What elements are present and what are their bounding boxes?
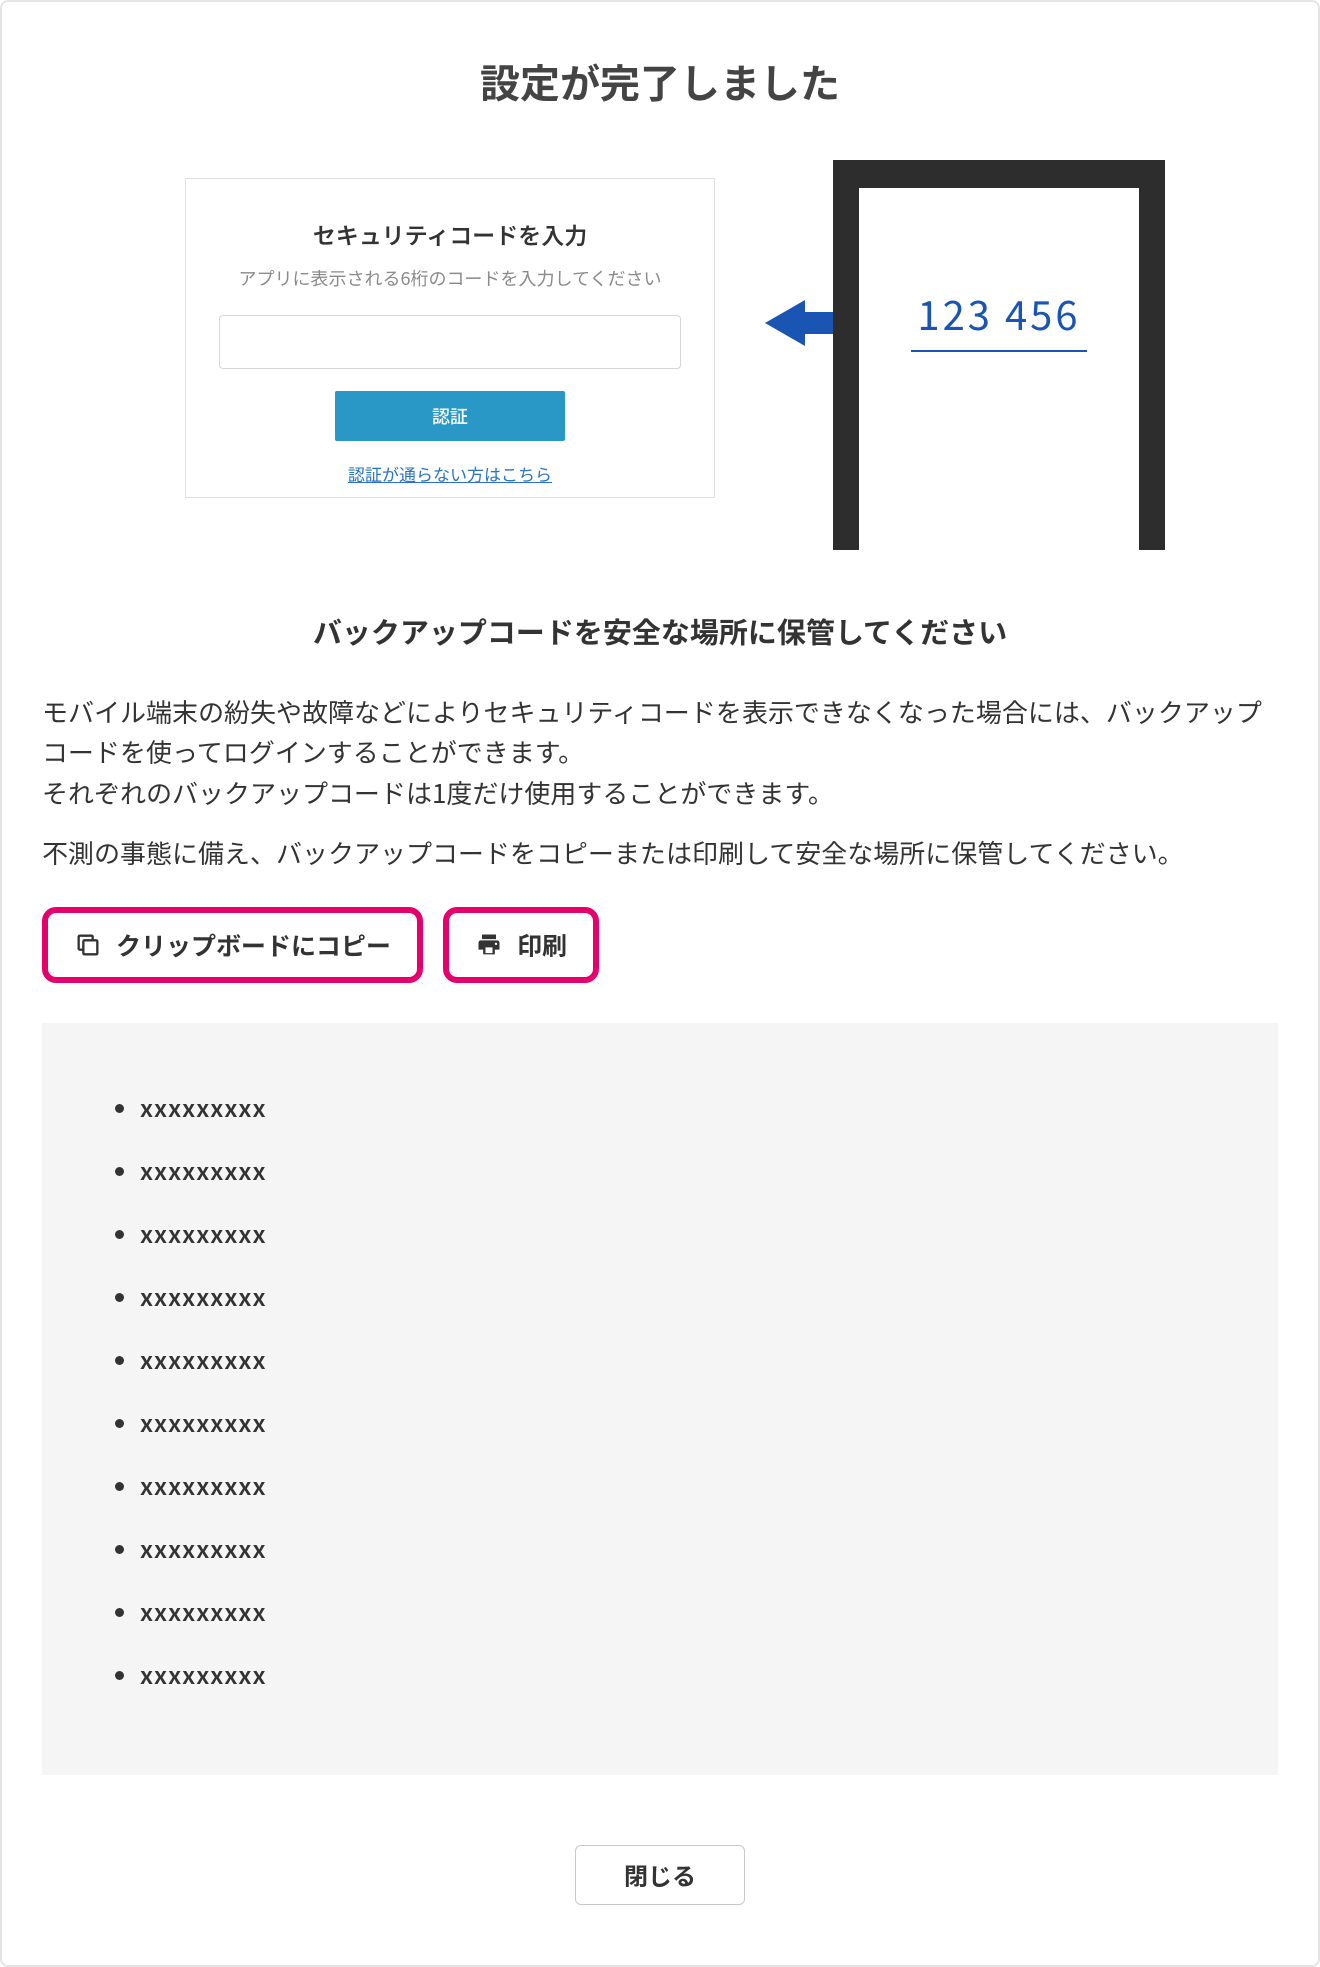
- backup-codes-panel: xxxxxxxxx xxxxxxxxx xxxxxxxxx xxxxxxxxx …: [42, 1023, 1278, 1775]
- list-item: xxxxxxxxx: [140, 1264, 1208, 1327]
- page-title: 設定が完了しました: [42, 52, 1278, 110]
- security-code-dialog: セキュリティコードを入力 アプリに表示される6桁のコードを入力してください 認証…: [185, 178, 715, 498]
- list-item: xxxxxxxxx: [140, 1453, 1208, 1516]
- backup-subheading: バックアップコードを安全な場所に保管してください: [42, 610, 1278, 652]
- copy-button[interactable]: クリップボードにコピー: [42, 907, 423, 983]
- illustration: セキュリティコードを入力 アプリに表示される6桁のコードを入力してください 認証…: [155, 160, 1165, 550]
- list-item: xxxxxxxxx: [140, 1075, 1208, 1138]
- list-item: xxxxxxxxx: [140, 1201, 1208, 1264]
- close-button[interactable]: 閉じる: [575, 1845, 745, 1905]
- print-button-label: 印刷: [517, 927, 567, 963]
- footer-button-row: 閉じる: [42, 1845, 1278, 1905]
- phone-frame: 123 456: [833, 160, 1165, 550]
- verify-button: 認証: [335, 391, 565, 441]
- copy-button-label: クリップボードにコピー: [116, 927, 391, 963]
- list-item: xxxxxxxxx: [140, 1516, 1208, 1579]
- print-button[interactable]: 印刷: [443, 907, 599, 983]
- setup-complete-dialog: 設定が完了しました セキュリティコードを入力 アプリに表示される6桁のコードを入…: [0, 0, 1320, 1967]
- backup-codes-list: xxxxxxxxx xxxxxxxxx xxxxxxxxx xxxxxxxxx …: [112, 1075, 1208, 1705]
- phone-screen: 123 456: [859, 188, 1139, 550]
- security-code-input: [219, 315, 681, 369]
- list-item: xxxxxxxxx: [140, 1327, 1208, 1390]
- list-item: xxxxxxxxx: [140, 1390, 1208, 1453]
- list-item: xxxxxxxxx: [140, 1579, 1208, 1642]
- dialog-title: セキュリティコードを入力: [186, 217, 714, 251]
- phone-code: 123 456: [911, 284, 1086, 352]
- dialog-subtitle: アプリに表示される6桁のコードを入力してください: [186, 265, 714, 291]
- print-icon: [475, 931, 503, 959]
- action-button-row: クリップボードにコピー 印刷: [42, 907, 1278, 983]
- body-text-2: 不測の事態に備え、バックアップコードをコピーまたは印刷して安全な場所に保管してく…: [42, 833, 1278, 873]
- copy-icon: [74, 931, 102, 959]
- list-item: xxxxxxxxx: [140, 1138, 1208, 1201]
- help-link: 認証が通らない方はこちら: [186, 461, 714, 486]
- body-text-1: モバイル端末の紛失や故障などによりセキュリティコードを表示できなくなった場合には…: [42, 692, 1278, 813]
- list-item: xxxxxxxxx: [140, 1642, 1208, 1705]
